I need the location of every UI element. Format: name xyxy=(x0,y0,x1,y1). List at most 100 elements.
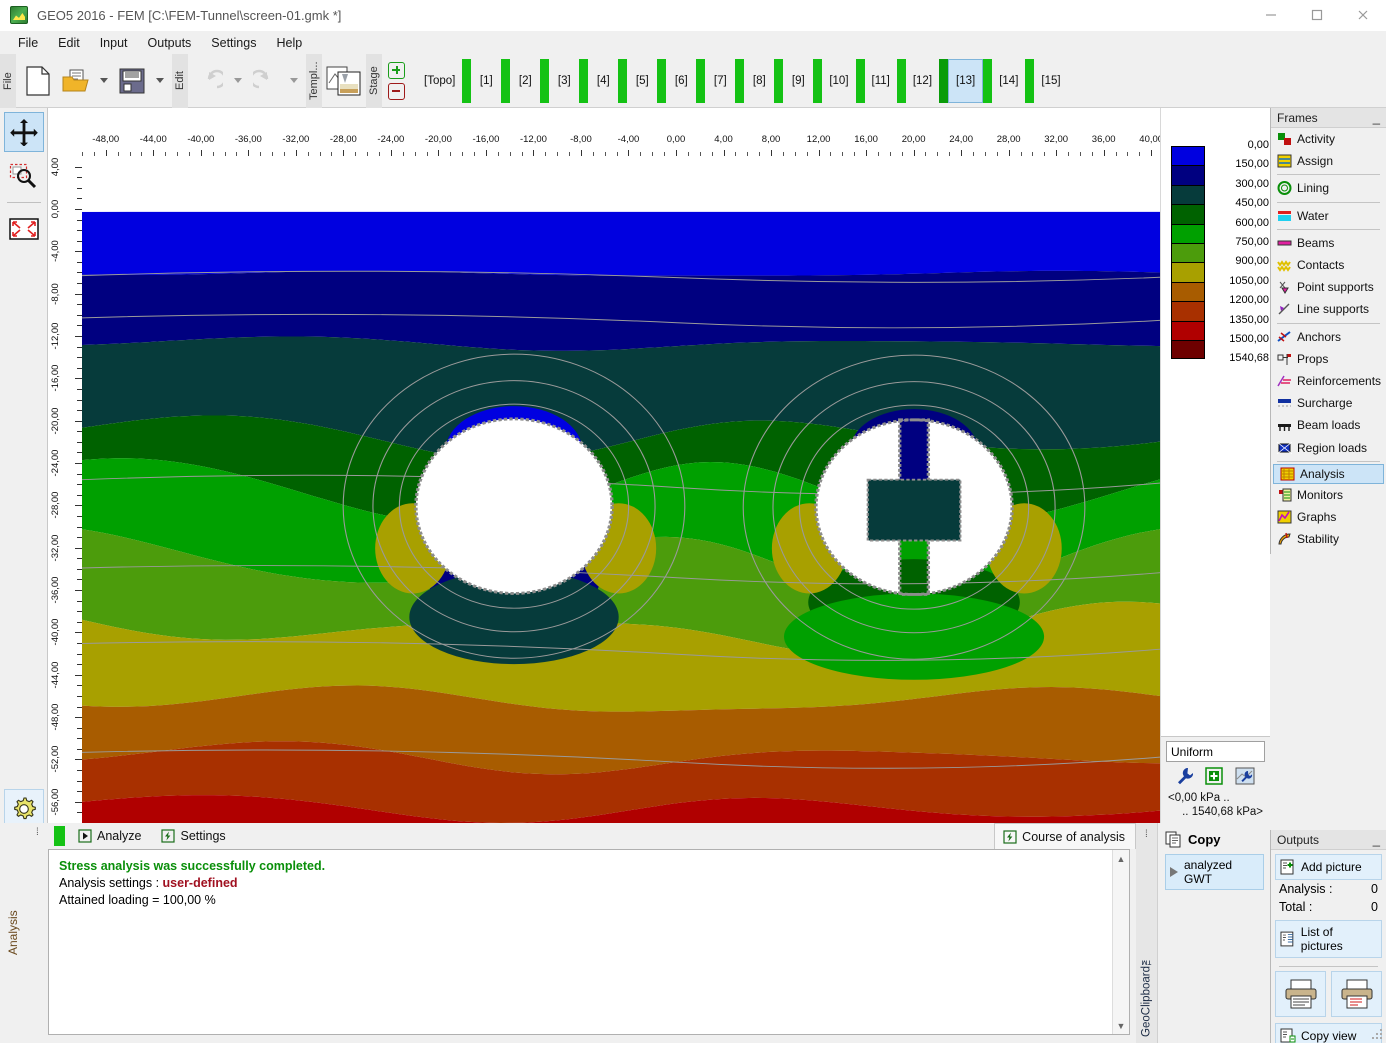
menu-file[interactable]: File xyxy=(8,33,48,53)
sidebar-item-props[interactable]: Props xyxy=(1271,348,1386,370)
analysis-bottom-dock: Analysis ⁞ Analyze Settings Course of an… xyxy=(0,823,1270,1043)
analysis-scrollbar[interactable]: ▲ ▼ xyxy=(1112,850,1129,1034)
sidebar-item-graphs[interactable]: Graphs xyxy=(1271,506,1386,528)
menu-edit[interactable]: Edit xyxy=(48,33,90,53)
open-folder-icon[interactable] xyxy=(58,59,94,103)
y-tick xyxy=(75,717,82,719)
horizontal-ruler: -48,00 -44,00 -40,00 -36,00 -32,00 -28,00 -24,… xyxy=(82,134,1271,156)
drawing-canvas[interactable]: -48,00 -44,00 -40,00 -36,00 -32,00 -28,00 -24,… xyxy=(48,108,1271,823)
remove-stage-icon[interactable] xyxy=(388,82,405,100)
analysis-settings-button[interactable]: Settings xyxy=(153,826,235,846)
sidebar-item-point-supports[interactable]: Point supports xyxy=(1271,276,1386,298)
sidebar-item-line-supports[interactable]: Line supports xyxy=(1271,298,1386,320)
legend-swatches xyxy=(1171,146,1205,360)
templates-icon[interactable] xyxy=(326,59,362,103)
sidebar-item-analysis[interactable]: Analysis xyxy=(1273,463,1384,484)
stage-tab-12[interactable]: [12] xyxy=(906,54,939,108)
sidebar-item-region-loads[interactable]: Region loads xyxy=(1271,436,1386,458)
stage-tab-9[interactable]: [9] xyxy=(783,54,813,108)
fit-to-window-icon[interactable] xyxy=(4,209,44,249)
minimize-panel-icon[interactable]: _ xyxy=(1373,833,1380,846)
stage-tab-10[interactable]: [10] xyxy=(822,54,855,108)
sidebar-item-label: Anchors xyxy=(1297,329,1342,344)
legend-value-label: 1540,68 xyxy=(1229,352,1269,365)
redo-dropdown-caret[interactable] xyxy=(286,59,302,103)
pan-tool-icon[interactable] xyxy=(3,112,44,152)
menu-settings[interactable]: Settings xyxy=(201,33,266,53)
sidebar-item-water[interactable]: Water xyxy=(1271,205,1386,227)
stage-tab-4[interactable]: [4] xyxy=(588,54,618,108)
menu-help[interactable]: Help xyxy=(266,33,312,53)
stage-tab-15[interactable]: [15] xyxy=(1034,54,1067,108)
contacts-icon xyxy=(1277,258,1292,272)
analysis-status-bar xyxy=(54,826,65,846)
print-document-icon[interactable] xyxy=(1275,971,1326,1017)
sidebar-item-anchors[interactable]: Anchors xyxy=(1271,326,1386,348)
add-range-icon[interactable] xyxy=(1205,767,1224,788)
sidebar-item-activity[interactable]: Activity xyxy=(1271,128,1386,150)
analyze-button[interactable]: Analyze xyxy=(70,826,151,846)
stage-tab-6[interactable]: [6] xyxy=(666,54,696,108)
stage-tab-7[interactable]: [7] xyxy=(705,54,735,108)
stage-tab-1[interactable]: [1] xyxy=(471,54,501,108)
open-dropdown-caret[interactable] xyxy=(96,59,112,103)
legend-color-swatch xyxy=(1171,204,1205,224)
menu-input[interactable]: Input xyxy=(90,33,138,53)
stage-tab-5[interactable]: [5] xyxy=(627,54,657,108)
frames-panel-header: Frames _ xyxy=(1271,108,1386,128)
y-tick xyxy=(75,293,82,295)
maximize-icon[interactable] xyxy=(1294,0,1340,31)
range-settings-icon[interactable] xyxy=(1235,767,1255,788)
stage-tab-8[interactable]: [8] xyxy=(744,54,774,108)
scroll-up-icon[interactable]: ▲ xyxy=(1113,850,1129,867)
print-picture-icon[interactable] xyxy=(1331,971,1382,1017)
list-of-pictures-button[interactable]: List of pictures xyxy=(1275,920,1382,958)
scroll-down-icon[interactable]: ▼ xyxy=(1113,1017,1129,1034)
sidebar-item-monitors[interactable]: Monitors xyxy=(1271,484,1386,506)
menu-outputs[interactable]: Outputs xyxy=(138,33,202,53)
legend-color-swatch xyxy=(1171,281,1205,302)
new-file-icon[interactable] xyxy=(20,59,56,103)
scale-mode-value: Uniform xyxy=(1171,744,1214,759)
y-tick xyxy=(75,208,82,210)
sidebar-item-lining[interactable]: Lining xyxy=(1271,177,1386,199)
sidebar-item-reinforcements[interactable]: Reinforcements xyxy=(1271,370,1386,392)
sidebar-item-assign[interactable]: Assign xyxy=(1271,150,1386,172)
isosurface-plot[interactable] xyxy=(82,156,1270,823)
stage-separator-bar xyxy=(540,58,550,103)
add-stage-icon[interactable] xyxy=(388,61,405,79)
stage-tab-3[interactable]: [3] xyxy=(549,54,579,108)
save-disk-icon[interactable] xyxy=(114,59,150,103)
copy-view-button[interactable]: Copy view xyxy=(1275,1023,1382,1043)
x-tick-label: 16,00 xyxy=(854,134,878,145)
undo-dropdown-caret[interactable] xyxy=(230,59,246,103)
x-tick-label: -8,00 xyxy=(570,134,592,145)
save-dropdown-caret[interactable] xyxy=(152,59,168,103)
window-resize-grip[interactable] xyxy=(1371,1028,1383,1040)
x-tick-label: 28,00 xyxy=(996,134,1021,145)
sidebar-item-beam-loads[interactable]: Beam loads xyxy=(1271,414,1386,436)
minimize-panel-icon[interactable]: _ xyxy=(1373,111,1380,124)
sidebar-item-surcharge[interactable]: Surcharge xyxy=(1271,392,1386,414)
panel-grip-handle[interactable]: ⁞ xyxy=(36,827,41,839)
stage-tab-2[interactable]: [2] xyxy=(510,54,540,108)
analyzed-gwt-item[interactable]: analyzed GWT xyxy=(1165,854,1264,890)
scale-mode-select[interactable]: Uniform xyxy=(1166,741,1265,762)
zoom-window-icon[interactable] xyxy=(4,156,44,196)
course-of-analysis-button[interactable]: Course of analysis xyxy=(994,823,1136,849)
panel-grip-handle[interactable]: ⁞ xyxy=(1145,829,1148,840)
stage-tab-topo[interactable]: [Topo] xyxy=(417,54,462,108)
add-picture-button[interactable]: Add picture xyxy=(1275,854,1382,880)
outputs-analysis-label: Analysis : xyxy=(1279,882,1333,896)
sidebar-item-contacts[interactable]: Contacts xyxy=(1271,254,1386,276)
stage-tab-13[interactable]: [13] xyxy=(948,58,984,103)
sidebar-item-label: Graphs xyxy=(1297,509,1337,524)
close-icon[interactable] xyxy=(1340,0,1386,31)
sidebar-item-beams[interactable]: Beams xyxy=(1271,232,1386,254)
monitors-icon xyxy=(1277,488,1292,502)
sidebar-item-stability[interactable]: Stability xyxy=(1271,528,1386,550)
wrench-icon[interactable] xyxy=(1176,767,1194,788)
stage-tab-14[interactable]: [14] xyxy=(992,54,1025,108)
stage-tab-11[interactable]: [11] xyxy=(865,54,897,108)
minimize-icon[interactable] xyxy=(1248,0,1294,31)
